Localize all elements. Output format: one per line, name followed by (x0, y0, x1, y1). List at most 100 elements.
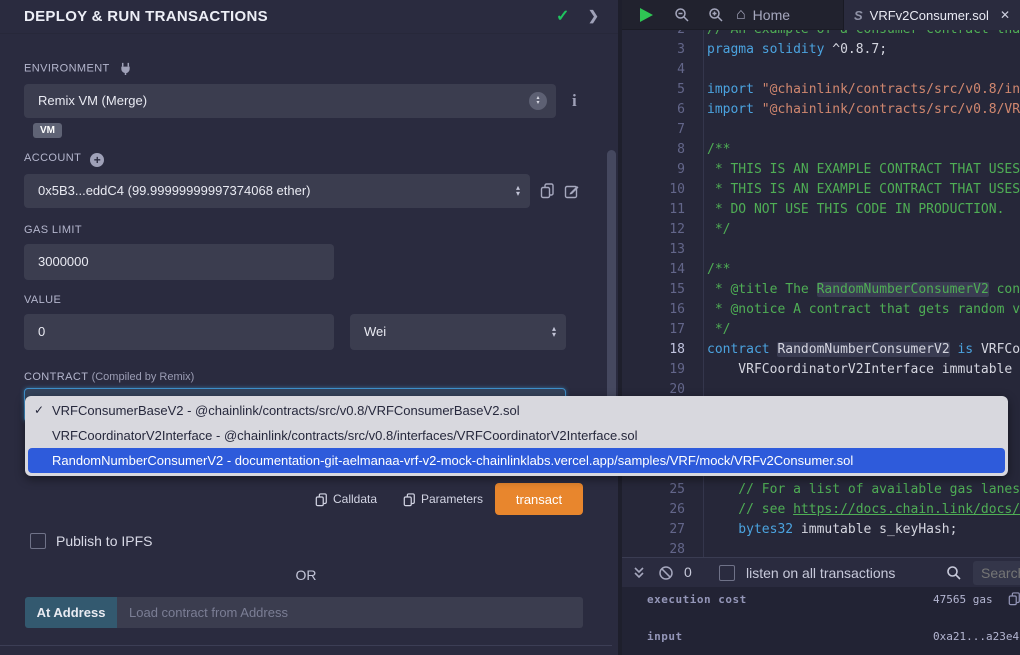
code-text: * THIS IS AN EXAMPLE CONTRACT THAT USES … (707, 180, 1020, 200)
code-line: 25 // For a list of available gas lanes … (622, 480, 1020, 500)
editor-tabbar: ⌂ Home S VRFv2Consumer.sol ✕ (622, 0, 1020, 30)
expand-terminal-chevrons-icon[interactable] (632, 566, 646, 580)
tab-home[interactable]: ⌂ Home (726, 0, 800, 30)
line-number: 8 (622, 140, 685, 160)
code-line: 27 bytes32 immutable s_keyHash; (622, 520, 1020, 540)
code-text: contract RandomNumberConsumerV2 is VRFCo… (707, 340, 1020, 360)
code-line: 15 * @title The RandomNumberConsumerV2 c… (622, 280, 1020, 300)
code-text: // An example of a consumer contract tha… (707, 30, 1020, 40)
value-input[interactable]: 0 (24, 314, 334, 350)
sign-message-icon[interactable] (564, 182, 580, 200)
code-line: 28 (622, 540, 1020, 557)
line-number: 3 (622, 40, 685, 60)
code-text: /** (707, 260, 730, 280)
line-number: 4 (622, 60, 685, 80)
value-unit-select[interactable]: Wei ▴▾ (350, 314, 566, 350)
code-line: 10 * THIS IS AN EXAMPLE CONTRACT THAT US… (622, 180, 1020, 200)
line-number: 25 (622, 480, 685, 500)
run-script-play-icon[interactable] (640, 8, 653, 22)
contract-option[interactable]: RandomNumberConsumerV2 - documentation-g… (28, 448, 1005, 473)
terminal-search-icon[interactable] (946, 565, 962, 581)
code-line: 17 */ (622, 320, 1020, 340)
active-tab-label: VRFv2Consumer.sol (870, 8, 989, 23)
at-address-input[interactable] (117, 597, 583, 628)
gas-limit-input[interactable]: 3000000 (24, 244, 334, 280)
code-text: * @notice A contract that gets random va… (707, 300, 1020, 320)
line-number: 6 (622, 100, 685, 120)
tab-vrfv2consumer[interactable]: S VRFv2Consumer.sol ✕ (843, 0, 1020, 30)
editor-region: ⌂ Home S VRFv2Consumer.sol ✕ 2// An exam… (622, 0, 1020, 655)
line-number: 28 (622, 540, 685, 557)
clear-console-icon[interactable] (658, 565, 674, 581)
line-number: 12 (622, 220, 685, 240)
line-number: 16 (622, 300, 685, 320)
publish-ipfs-checkbox[interactable] (30, 533, 46, 549)
contract-sublabel: (Compiled by Remix) (92, 371, 195, 383)
line-number: 7 (622, 120, 685, 140)
code-line: 9 * THIS IS AN EXAMPLE CONTRACT THAT USE… (622, 160, 1020, 180)
contract-option-label: VRFCoordinatorV2Interface - @chainlink/c… (52, 428, 637, 443)
code-text: */ (707, 220, 730, 240)
at-address-button[interactable]: At Address (25, 597, 117, 628)
code-text: import "@chainlink/contracts/src/v0.8/VR… (707, 100, 1020, 120)
code-text: // For a list of available gas lanes on … (707, 480, 1020, 500)
contract-option-label: VRFConsumerBaseV2 - @chainlink/contracts… (52, 403, 520, 418)
tx-detail-value: 0xa21...a23e4 (933, 630, 1019, 643)
line-number: 26 (622, 500, 685, 520)
unit-caret-icon: ▴▾ (552, 326, 556, 338)
code-line: 16 * @notice A contract that gets random… (622, 300, 1020, 320)
copy-account-icon[interactable] (540, 182, 555, 200)
line-number: 10 (622, 180, 685, 200)
code-text: // see https://docs.chain.link/docs/vrf-… (707, 500, 1020, 520)
code-text: * DO NOT USE THIS CODE IN PRODUCTION. (707, 200, 1004, 220)
contract-label: CONTRACT (Compiled by Remix) (24, 371, 194, 383)
panel-collapse-chevron-icon[interactable]: ❯ (588, 8, 599, 24)
environment-select[interactable]: Remix VM (Merge) ▴▾ (24, 84, 556, 118)
copy-gas-icon[interactable] (1008, 592, 1020, 606)
plug-icon (119, 62, 132, 75)
contract-option[interactable]: VRFCoordinatorV2Interface - @chainlink/c… (25, 423, 1008, 448)
code-line: 26 // see https://docs.chain.link/docs/v… (622, 500, 1020, 520)
line-number: 5 (622, 80, 685, 100)
line-number: 13 (622, 240, 685, 260)
code-text: */ (707, 320, 730, 340)
value-amount: 0 (38, 324, 45, 339)
zoom-in-icon[interactable] (708, 7, 724, 23)
tx-detail-key: execution cost (647, 593, 747, 606)
panel-scrollbar[interactable] (607, 150, 616, 430)
code-text: * @title The RandomNumberConsumerV2 cont… (707, 280, 1020, 300)
line-number: 27 (622, 520, 685, 540)
environment-info-icon[interactable]: i (572, 91, 577, 111)
code-editor[interactable]: 2// An example of a consumer contract th… (622, 30, 1020, 557)
terminal-bar: 0 listen on all transactions (622, 557, 1020, 587)
code-line: 19 VRFCoordinatorV2Interface immutable C… (622, 360, 1020, 380)
code-text: import "@chainlink/contracts/src/v0.8/in… (707, 80, 1020, 100)
transact-button[interactable]: transact (495, 483, 583, 515)
vm-badge: VM (33, 123, 62, 138)
contract-dropdown-popup: ✓VRFConsumerBaseV2 - @chainlink/contract… (25, 396, 1008, 476)
zoom-out-icon[interactable] (674, 7, 690, 23)
parameters-button[interactable]: Parameters (403, 492, 483, 507)
publish-ipfs-label: Publish to IPFS (56, 533, 153, 549)
contract-option[interactable]: ✓VRFConsumerBaseV2 - @chainlink/contract… (25, 398, 1008, 423)
line-number: 11 (622, 200, 685, 220)
tx-detail-value: 47565 gas (933, 593, 993, 606)
close-tab-icon[interactable]: ✕ (1000, 8, 1010, 22)
add-account-icon[interactable]: + (90, 153, 104, 167)
home-tab-label: Home (753, 7, 790, 23)
value-label: VALUE (24, 294, 61, 306)
calldata-button[interactable]: Calldata (315, 492, 377, 507)
account-select[interactable]: 0x5B3...eddC4 (99.99999999997374068 ethe… (24, 174, 530, 208)
code-line: 14/** (622, 260, 1020, 280)
code-line: 11 * DO NOT USE THIS CODE IN PRODUCTION. (622, 200, 1020, 220)
listen-all-transactions-checkbox[interactable] (719, 565, 735, 581)
code-line: 3pragma solidity ^0.8.7; (622, 40, 1020, 60)
code-line: 6 import "@chainlink/contracts/src/v0.8/V… (622, 100, 1020, 120)
terminal-output: execution cost 47565 gas input 0xa21...a… (622, 587, 1020, 655)
environment-caret-icon[interactable]: ▴▾ (529, 92, 547, 110)
copy-calldata-icon (315, 493, 328, 507)
code-line: 8/** (622, 140, 1020, 160)
copy-parameters-icon (403, 493, 416, 507)
page-title: DEPLOY & RUN TRANSACTIONS (24, 8, 268, 25)
terminal-search-input[interactable] (973, 561, 1020, 585)
